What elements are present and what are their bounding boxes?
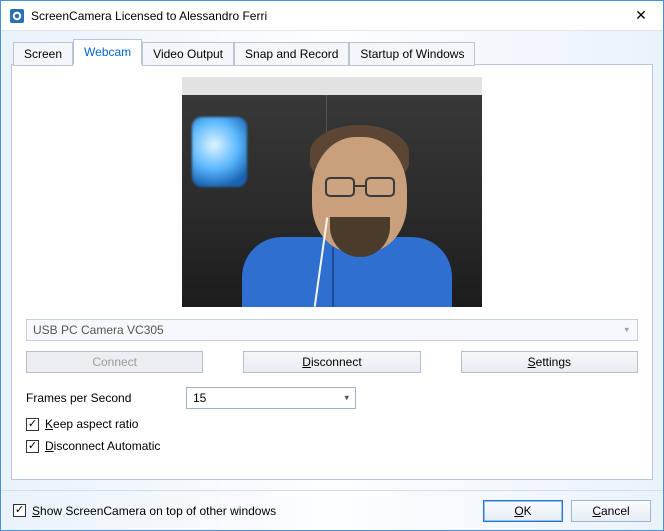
ok-button[interactable]: OK bbox=[483, 500, 563, 522]
check-icon: ✓ bbox=[28, 441, 37, 452]
tab-label: Webcam bbox=[84, 45, 131, 59]
webcam-preview bbox=[182, 77, 482, 307]
tab-label: Video Output bbox=[153, 47, 223, 61]
button-label: Disconnect bbox=[302, 355, 361, 369]
cancel-button[interactable]: Cancel bbox=[571, 500, 651, 522]
button-row: Connect Disconnect Settings bbox=[26, 351, 638, 373]
connect-button: Connect bbox=[26, 351, 203, 373]
preview-container bbox=[26, 77, 638, 307]
tab-label: Startup of Windows bbox=[360, 47, 464, 61]
chevron-down-icon: ▾ bbox=[624, 325, 629, 336]
disconnect-button[interactable]: Disconnect bbox=[243, 351, 420, 373]
show-on-top-label: Show ScreenCamera on top of other window… bbox=[32, 504, 276, 518]
disconnect-auto-row: ✓ Disconnect Automatic bbox=[26, 439, 638, 453]
tab-snap-and-record[interactable]: Snap and Record bbox=[234, 42, 349, 66]
client-area: Screen Webcam Video Output Snap and Reco… bbox=[1, 31, 663, 490]
fps-label: Frames per Second bbox=[26, 391, 186, 405]
tab-video-output[interactable]: Video Output bbox=[142, 42, 234, 66]
close-icon: ✕ bbox=[635, 7, 647, 24]
fps-row: Frames per Second 15 ▾ bbox=[26, 387, 638, 409]
app-window: ScreenCamera Licensed to Alessandro Ferr… bbox=[0, 0, 664, 531]
device-select[interactable]: USB PC Camera VC305 ▾ bbox=[26, 319, 638, 341]
disconnect-auto-checkbox[interactable]: ✓ bbox=[26, 440, 39, 453]
check-icon: ✓ bbox=[15, 505, 24, 516]
show-on-top-checkbox[interactable]: ✓ bbox=[13, 504, 26, 517]
fps-select[interactable]: 15 ▾ bbox=[186, 387, 356, 409]
titlebar: ScreenCamera Licensed to Alessandro Ferr… bbox=[1, 1, 663, 31]
chevron-down-icon: ▾ bbox=[344, 393, 349, 404]
tab-screen[interactable]: Screen bbox=[13, 42, 73, 66]
tab-label: Snap and Record bbox=[245, 47, 338, 61]
settings-button[interactable]: Settings bbox=[461, 351, 638, 373]
footer: ✓ Show ScreenCamera on top of other wind… bbox=[1, 490, 663, 530]
tabpanel-webcam: USB PC Camera VC305 ▾ Connect Disconnect… bbox=[11, 64, 653, 480]
button-label: Settings bbox=[528, 355, 571, 369]
app-icon bbox=[9, 8, 25, 24]
keep-aspect-label: Keep aspect ratio bbox=[45, 417, 138, 431]
check-icon: ✓ bbox=[28, 419, 37, 430]
keep-aspect-row: ✓ Keep aspect ratio bbox=[26, 417, 638, 431]
disconnect-auto-label: Disconnect Automatic bbox=[45, 439, 160, 453]
tab-label: Screen bbox=[24, 47, 62, 61]
tab-startup-of-windows[interactable]: Startup of Windows bbox=[349, 42, 475, 66]
button-label: Cancel bbox=[592, 504, 629, 518]
tabstrip: Screen Webcam Video Output Snap and Reco… bbox=[11, 39, 653, 65]
close-button[interactable]: ✕ bbox=[621, 2, 661, 30]
tab-webcam[interactable]: Webcam bbox=[73, 39, 142, 65]
fps-value: 15 bbox=[193, 391, 206, 405]
device-select-value: USB PC Camera VC305 bbox=[33, 323, 164, 337]
window-title: ScreenCamera Licensed to Alessandro Ferr… bbox=[31, 9, 621, 23]
button-label: Connect bbox=[92, 355, 137, 369]
button-label: OK bbox=[514, 504, 531, 518]
keep-aspect-checkbox[interactable]: ✓ bbox=[26, 418, 39, 431]
